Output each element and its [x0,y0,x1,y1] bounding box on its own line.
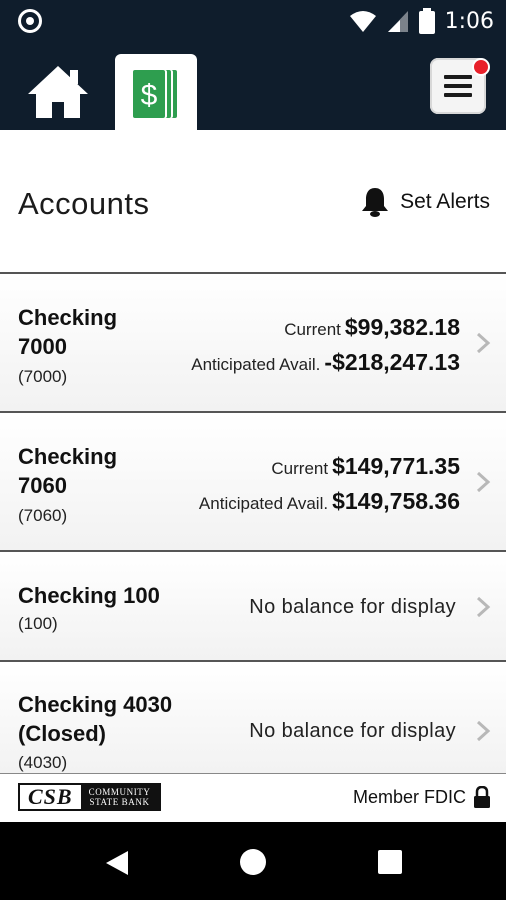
logo-letters: CSB [20,785,81,809]
money-icon: $ [133,70,177,118]
anticipated-label: Anticipated Avail. [191,355,321,374]
no-balance-text: No balance for display [249,720,456,742]
svg-text:$: $ [141,79,158,112]
account-name: Checking 7000 [18,303,117,361]
logo-line1: COMMUNITY [88,787,151,797]
account-row-checking-7060[interactable]: Checking 7060 (7060) Current $149,771.35… [0,413,506,552]
notification-badge [472,58,490,76]
notification-circle-icon [18,9,42,33]
chevron-right-icon [476,471,491,493]
logo-line2: STATE BANK [89,797,150,807]
set-alerts-button[interactable]: Set Alerts [360,186,490,218]
account-name-line1: Checking [18,444,118,469]
home-nav-icon[interactable] [239,848,267,876]
current-label: Current [271,459,329,478]
hamburger-menu-icon [444,75,472,97]
lock-icon [474,786,490,808]
app-header: $ [0,42,506,132]
anticipated-value: $149,758.36 [332,488,460,514]
account-name-line2: (Closed) [18,721,106,746]
account-number: (7060) [18,506,68,525]
current-balance: Current $99,382.18 [284,314,460,341]
status-icons: 1:06 [349,6,494,36]
account-name-line1: Checking 4030 [18,692,173,717]
current-label: Current [284,320,341,339]
status-time: 1:06 [444,8,494,34]
account-name: Checking 4030 (Closed) [18,690,172,748]
tab-home[interactable] [26,64,90,120]
wifi-icon [349,11,376,32]
current-value: $99,382.18 [344,314,460,340]
battery-icon [418,8,435,34]
account-row-checking-7000[interactable]: Checking 7000 (7000) Current $99,382.18 … [0,274,506,413]
account-number: (100) [18,614,58,633]
footer: CSB COMMUNITY STATE BANK Member FDIC [0,774,506,822]
member-fdic-label: Member FDIC [352,786,466,807]
account-name: Checking 100 [18,581,160,610]
set-alerts-label: Set Alerts [400,190,490,213]
title-row: Accounts Set Alerts [0,130,506,274]
account-row-checking-4030[interactable]: Checking 4030 (Closed) (4030) No balance… [0,662,506,774]
current-value: $149,771.35 [332,453,460,479]
status-bar: 1:06 [0,0,506,42]
anticipated-label: Anticipated Avail. [198,494,329,513]
anticipated-value: -$218,247.13 [324,349,460,375]
csb-logo: CSB COMMUNITY STATE BANK [18,783,161,811]
current-balance: Current $149,771.35 [271,453,460,480]
logo-bank-name: COMMUNITY STATE BANK [80,785,159,809]
account-row-checking-100[interactable]: Checking 100 (100) No balance for displa… [0,552,506,662]
account-name-line2: 7000 [18,334,67,359]
chevron-right-icon [476,332,491,354]
anticipated-balance: Anticipated Avail. -$218,247.13 [191,349,460,376]
account-number: (7000) [18,367,68,386]
tab-accounts[interactable]: $ [115,54,197,132]
account-name-line1: Checking [18,305,118,330]
member-fdic: Member FDIC [353,786,490,808]
navigation-bar [0,822,506,900]
chevron-right-icon [476,720,491,742]
account-name-line1: Checking 100 [18,583,160,608]
back-icon[interactable] [104,849,130,877]
no-balance-text: No balance for display [249,596,456,618]
chevron-right-icon [476,596,491,618]
account-number: (4030) [18,753,68,772]
recents-icon[interactable] [377,849,403,875]
account-name: Checking 7060 [18,442,117,500]
anticipated-balance: Anticipated Avail. $149,758.36 [199,488,460,515]
signal-icon [387,11,408,32]
page-title: Accounts [18,186,150,221]
bell-icon [362,188,389,217]
account-name-line2: 7060 [18,473,67,498]
home-icon [28,66,88,118]
